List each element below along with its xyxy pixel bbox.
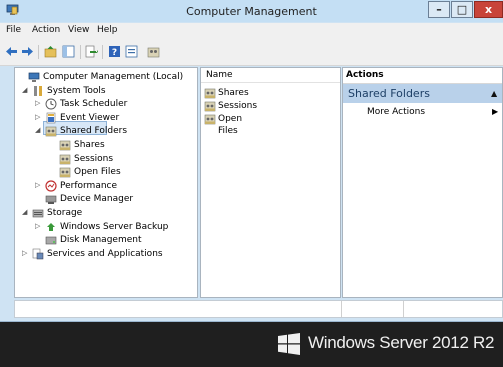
tree-item-label: Device Manager [60, 194, 134, 205]
tree-item-label: Open Files [74, 167, 121, 178]
event-viewer-icon [46, 112, 56, 124]
export-list-icon[interactable] [85, 45, 98, 58]
tree-item-label: Shared Folders [60, 126, 128, 137]
tree-item-label: Event Viewer [60, 112, 120, 123]
shared-folder-icon[interactable] [147, 45, 160, 58]
actions-title: Actions [346, 70, 384, 80]
actions-pane: Actions Shared Folders ▲ More Actions ▶ [342, 67, 503, 298]
tree-item-label: Task Scheduler [60, 99, 128, 110]
folder-up-icon[interactable] [44, 45, 57, 58]
menu-help[interactable]: Help [97, 25, 118, 35]
more-actions-label: More Actions [367, 107, 426, 117]
maximize-button[interactable]: □ [451, 1, 473, 18]
clock-icon [45, 98, 57, 110]
shared-folder-icon [59, 167, 71, 178]
tree-expander-icon[interactable]: ◢ [22, 208, 30, 216]
tree-expander-icon[interactable]: ▷ [35, 181, 43, 189]
shared-folder-icon [59, 140, 71, 151]
forward-arrow-icon[interactable] [21, 45, 34, 58]
tree-expander-icon[interactable]: ▷ [35, 113, 43, 121]
shared-folder-icon [204, 88, 216, 99]
submenu-arrow-icon: ▶ [492, 107, 499, 116]
tree-item-label: Sessions [74, 153, 114, 164]
svg-text:?: ? [112, 48, 117, 58]
collapse-caret-icon[interactable]: ▲ [491, 89, 497, 98]
show-hide-tree-icon[interactable] [62, 45, 75, 58]
performance-icon [45, 180, 57, 192]
menu-action[interactable]: Action [32, 25, 60, 35]
column-header-name[interactable]: Name [201, 68, 340, 83]
minimize-button[interactable]: – [428, 1, 450, 18]
computer-management-icon [28, 72, 40, 82]
tree-expander-icon[interactable]: ▷ [35, 99, 43, 107]
tree-expander-icon[interactable]: ◢ [35, 126, 43, 134]
storage-icon [32, 209, 44, 218]
disk-icon [45, 236, 57, 245]
computer-management-window: Computer Management – □ x File Action Vi… [0, 0, 503, 322]
tree-expander-icon[interactable]: ▷ [22, 249, 30, 257]
tree-item-label: Disk Management [60, 235, 142, 246]
tree-item-label: Services and Applications [47, 248, 163, 259]
menu-file[interactable]: File [6, 25, 21, 35]
actions-group-label: Shared Folders [348, 87, 430, 100]
results-list: Name Shares Sessions Open Files [200, 67, 341, 298]
tree-expander-icon[interactable]: ◢ [22, 86, 30, 94]
tree-item-label: Performance [60, 180, 118, 191]
device-manager-icon [45, 196, 57, 205]
shared-folder-icon [204, 101, 216, 112]
title-bar[interactable]: Computer Management – □ x [0, 0, 503, 22]
actions-group-shared-folders[interactable]: Shared Folders ▲ [343, 84, 502, 103]
backup-icon [47, 222, 55, 231]
actions-header: Actions [343, 68, 502, 84]
tools-icon [34, 85, 42, 96]
menu-bar: File Action View Help [0, 23, 503, 39]
shared-folder-icon [204, 114, 216, 125]
more-actions-item[interactable]: More Actions ▶ [343, 106, 502, 120]
tree-item-label: Computer Management (Local) [43, 72, 184, 82]
shared-folder-icon [45, 127, 57, 137]
menu-view[interactable]: View [68, 25, 89, 35]
list-item-label: Open Files [218, 114, 243, 136]
toolbar: ? [0, 39, 503, 66]
navigation-tree: Computer Management (Local) ◢ System Tools… [14, 67, 198, 298]
windows-logo-icon [278, 333, 300, 355]
status-bar [14, 300, 503, 318]
column-header-label: Name [206, 70, 233, 80]
shared-folder-icon [59, 154, 71, 164]
close-button[interactable]: x [474, 1, 503, 18]
tree-item-label: Windows Server Backup [60, 221, 169, 232]
tree-item-label: Storage [47, 208, 83, 218]
help-icon[interactable]: ? [108, 45, 121, 58]
os-branding-text: Windows Server 2012 R2 [308, 333, 495, 352]
properties-icon[interactable] [125, 45, 138, 58]
list-item-label: Sessions [218, 101, 258, 111]
tree-expander-icon[interactable]: ▷ [35, 222, 43, 230]
list-item-label: Shares [218, 88, 249, 98]
tree-item-label: System Tools [47, 85, 106, 96]
back-arrow-icon[interactable] [5, 45, 18, 58]
tree-item-label: Shares [74, 140, 105, 150]
services-icon [32, 248, 44, 260]
